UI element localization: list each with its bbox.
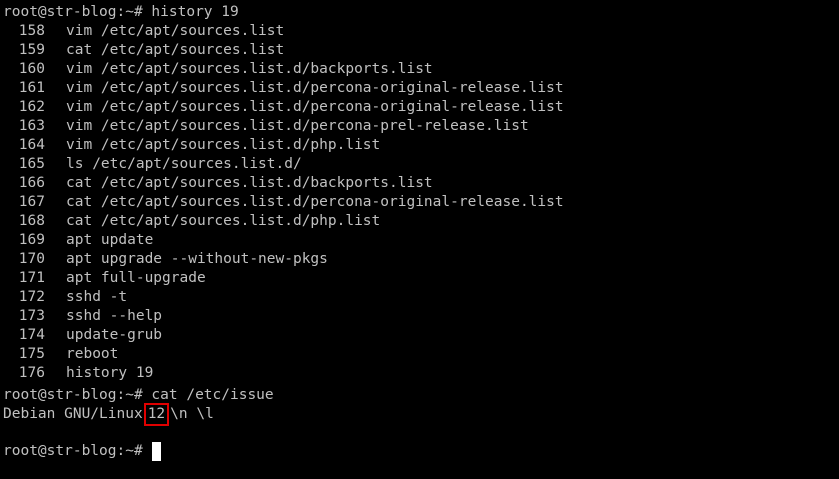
history-number: 159	[18, 42, 45, 58]
history-command: ls /etc/apt/sources.list.d/	[66, 156, 302, 172]
prompt: root@str-blog:~#	[3, 443, 143, 459]
history-entry: 158 vim /etc/apt/sources.list	[3, 22, 835, 41]
history-command: reboot	[66, 346, 119, 362]
history-command: history 19	[66, 365, 154, 381]
command-line-cat-issue: root@str-blog:~# cat /etc/issue	[3, 386, 835, 405]
issue-prefix: Debian GNU/Linux	[3, 406, 143, 422]
history-entry: 161 vim /etc/apt/sources.list.d/percona-o…	[3, 79, 835, 98]
history-command: vim /etc/apt/sources.list.d/percona-orig…	[66, 99, 564, 115]
history-number: 166	[18, 175, 45, 191]
history-entry: 163 vim /etc/apt/sources.list.d/percona-p…	[3, 117, 835, 136]
history-number: 163	[18, 118, 45, 134]
history-command: cat /etc/apt/sources.list.d/php.list	[66, 213, 381, 229]
history-number: 162	[18, 99, 45, 115]
history-entry: 159 cat /etc/apt/sources.list	[3, 41, 835, 60]
history-entry: 164 vim /etc/apt/sources.list.d/php.list	[3, 136, 835, 155]
command-line-history: root@str-blog:~# history 19	[3, 3, 835, 22]
prompt: root@str-blog:~#	[3, 387, 143, 403]
history-command: sshd --help	[66, 308, 163, 324]
history-number: 158	[18, 23, 45, 39]
history-command: vim /etc/apt/sources.list.d/backports.li…	[66, 61, 433, 77]
history-number: 165	[18, 156, 45, 172]
history-command: apt full-upgrade	[66, 270, 206, 286]
history-number: 170	[18, 251, 45, 267]
issue-output: Debian GNU/Linux 12 \n \l	[3, 403, 835, 426]
history-number: 171	[18, 270, 45, 286]
cursor[interactable]	[151, 442, 161, 461]
history-output: 158 vim /etc/apt/sources.list 159 cat /etc/…	[3, 22, 835, 383]
history-entry: 169 apt update	[3, 231, 835, 250]
history-entry: 167 cat /etc/apt/sources.list.d/percona-o…	[3, 193, 835, 212]
history-number: 174	[18, 327, 45, 343]
history-command: cat /etc/apt/sources.list.d/percona-orig…	[66, 194, 564, 210]
history-command: cat /etc/apt/sources.list.d/backports.li…	[66, 175, 433, 191]
history-entry: 168 cat /etc/apt/sources.list.d/php.list	[3, 212, 835, 231]
history-number: 173	[18, 308, 45, 324]
history-entry: 170 apt upgrade --without-new-pkgs	[3, 250, 835, 269]
history-entry: 174 update-grub	[3, 326, 835, 345]
command-text: cat /etc/issue	[151, 387, 274, 403]
history-command: sshd -t	[66, 289, 128, 305]
history-command: vim /etc/apt/sources.list.d/percona-prel…	[66, 118, 529, 134]
history-command: cat /etc/apt/sources.list	[66, 42, 285, 58]
history-number: 160	[18, 61, 45, 77]
version-highlight-box: 12	[143, 403, 170, 426]
history-entry: 175 reboot	[3, 345, 835, 364]
history-number: 172	[18, 289, 45, 305]
history-number: 175	[18, 346, 45, 362]
history-command: update-grub	[66, 327, 163, 343]
history-entry: 162 vim /etc/apt/sources.list.d/percona-o…	[3, 98, 835, 117]
command-text: history 19	[151, 4, 239, 20]
history-number: 161	[18, 80, 45, 96]
history-number: 168	[18, 213, 45, 229]
history-number: 167	[18, 194, 45, 210]
history-command: vim /etc/apt/sources.list.d/percona-orig…	[66, 80, 564, 96]
history-entry: 176 history 19	[3, 364, 835, 383]
history-number: 169	[18, 232, 45, 248]
terminal-window[interactable]: root@str-blog:~# history 19 158 vim /etc/…	[3, 3, 835, 461]
history-command: apt update	[66, 232, 154, 248]
history-command: vim /etc/apt/sources.list	[66, 23, 285, 39]
history-entry: 165 ls /etc/apt/sources.list.d/	[3, 155, 835, 174]
prompt: root@str-blog:~#	[3, 4, 143, 20]
history-command: vim /etc/apt/sources.list.d/php.list	[66, 137, 381, 153]
history-entry: 171 apt full-upgrade	[3, 269, 835, 288]
history-entry: 173 sshd --help	[3, 307, 835, 326]
history-entry: 160 vim /etc/apt/sources.list.d/backports…	[3, 60, 835, 79]
history-number: 176	[18, 365, 45, 381]
issue-suffix: \n \l	[170, 406, 214, 422]
history-entry: 172 sshd -t	[3, 288, 835, 307]
issue-version: 12	[147, 406, 166, 422]
history-number: 164	[18, 137, 45, 153]
history-entry: 166 cat /etc/apt/sources.list.d/backports…	[3, 174, 835, 193]
history-command: apt upgrade --without-new-pkgs	[66, 251, 328, 267]
active-prompt-line[interactable]: root@str-blog:~#	[3, 442, 835, 461]
